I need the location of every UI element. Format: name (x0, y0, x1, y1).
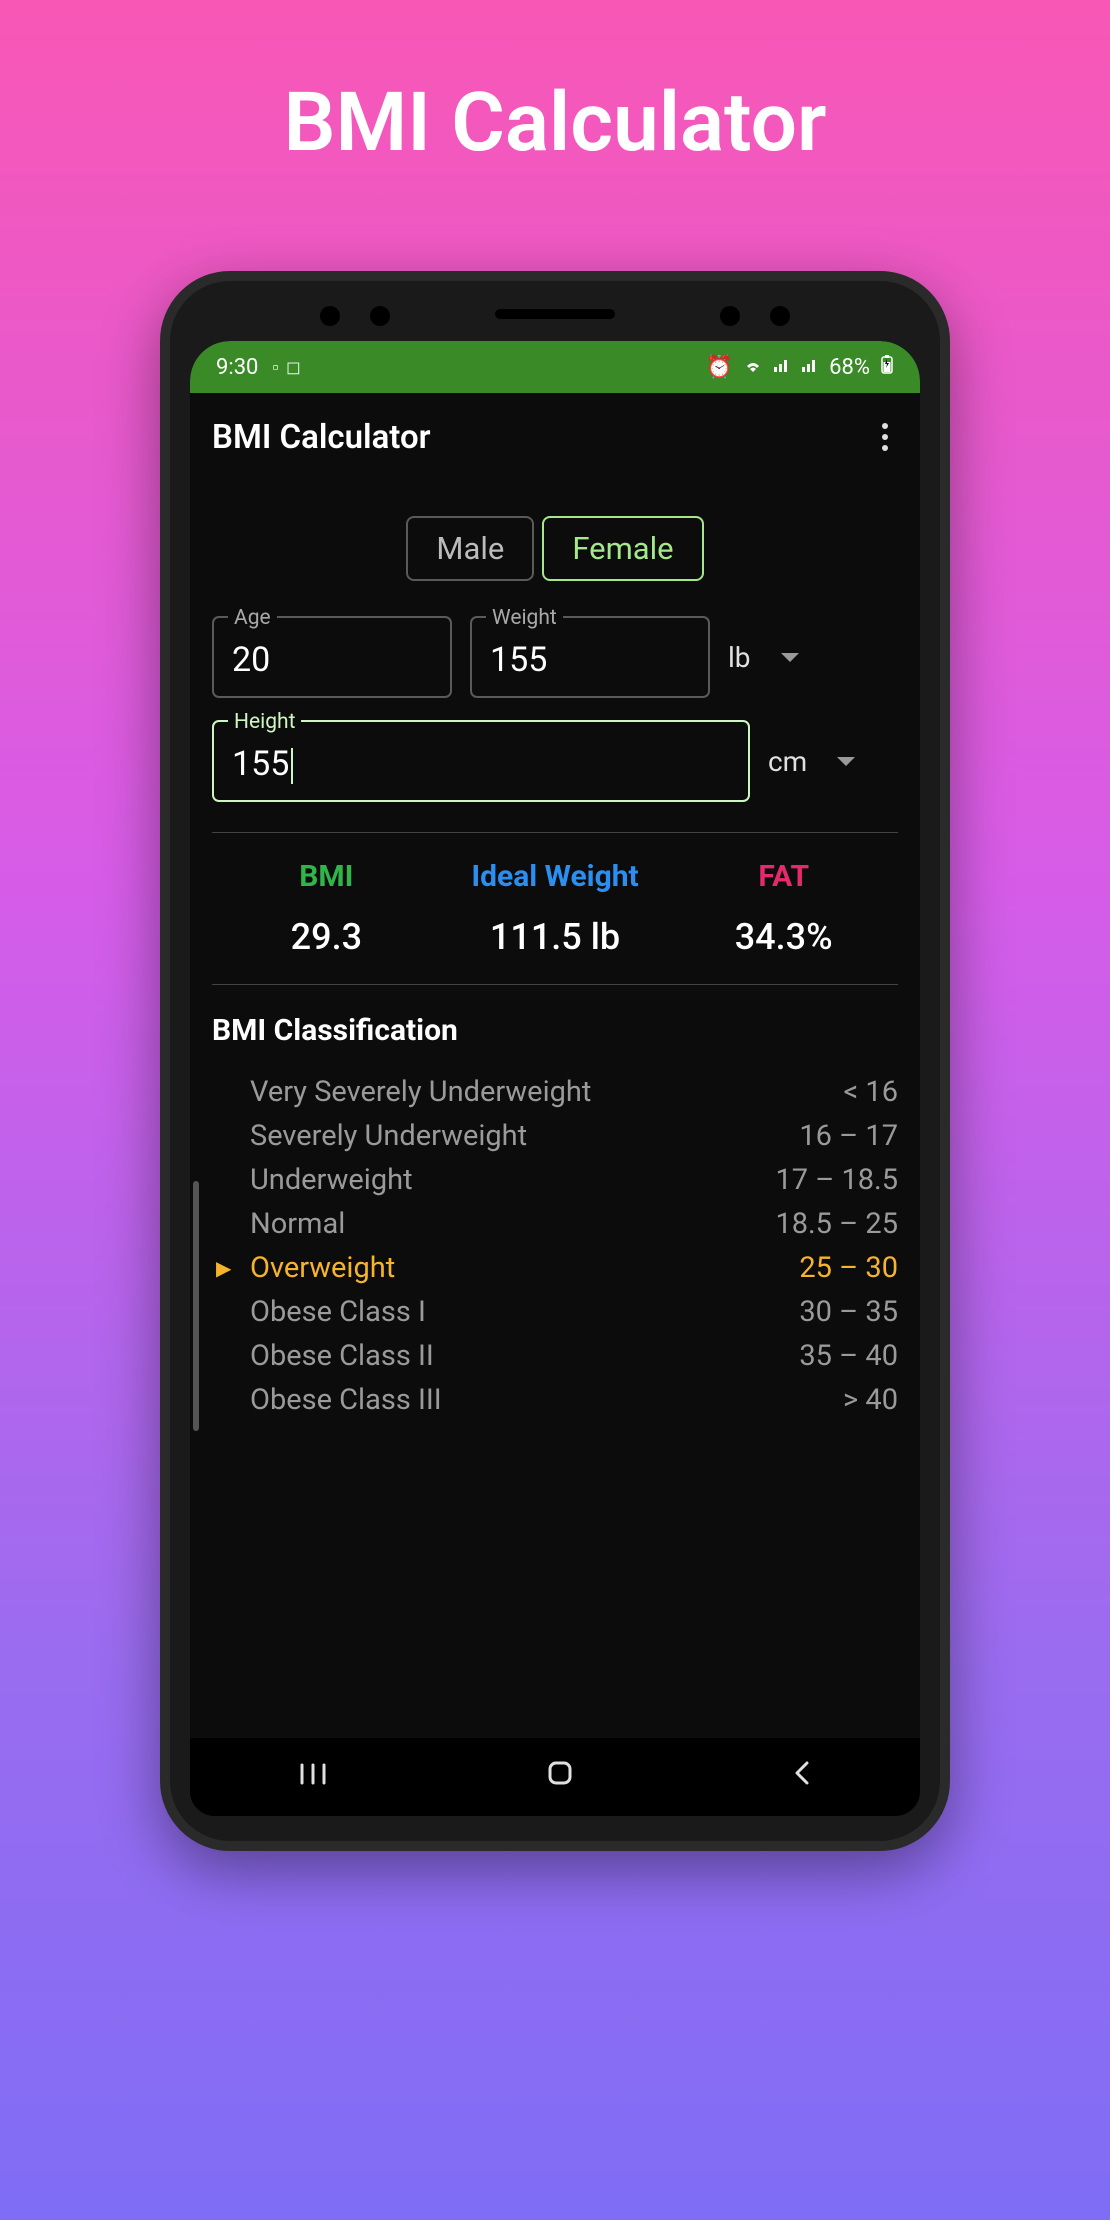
weight-unit-select[interactable]: lb (728, 641, 858, 674)
classification-row: Obese Class III > 40 (250, 1378, 898, 1422)
phone-frame: 9:30 ▫ ◻ ⏰ 68% (160, 271, 950, 1851)
overflow-menu-icon[interactable] (872, 413, 898, 461)
status-time: 9:30 (216, 355, 258, 380)
bmi-value: 29.3 (212, 916, 441, 958)
classification-row: Obese Class II 35 – 40 (250, 1334, 898, 1378)
chevron-down-icon (781, 653, 799, 662)
classification-row: Obese Class I 30 – 35 (250, 1290, 898, 1334)
classification-row: Severely Underweight 16 – 17 (250, 1114, 898, 1158)
gender-male-button[interactable]: Male (406, 516, 534, 581)
classification-label: Overweight (250, 1251, 395, 1285)
ideal-value: 111.5 lb (441, 916, 670, 958)
fat-label: FAT (669, 859, 898, 894)
battery-pct: 68% (829, 355, 870, 380)
notif-icon: ▫ (272, 357, 278, 378)
wifi-icon (743, 355, 763, 380)
signal-icon (773, 355, 791, 380)
app-bar: BMI Calculator (190, 393, 920, 481)
home-button[interactable] (545, 1758, 575, 1796)
alarm-icon: ⏰ (706, 355, 733, 380)
classification-row: Very Severely Underweight < 16 (250, 1070, 898, 1114)
classification-range: 30 – 35 (799, 1295, 898, 1329)
divider (212, 984, 898, 985)
content-area: Male Female Age 20 Weight 155 lb (190, 481, 920, 1738)
text-cursor (291, 748, 293, 784)
classification-range: 18.5 – 25 (775, 1207, 898, 1241)
app-title: BMI Calculator (212, 418, 431, 457)
classification-label: Obese Class III (250, 1383, 442, 1417)
weight-value: 155 (490, 640, 690, 680)
classification-label: Normal (250, 1207, 345, 1241)
height-unit-select[interactable]: cm (768, 745, 898, 778)
age-label: Age (228, 606, 277, 630)
nav-bar (190, 1738, 920, 1816)
bmi-label: BMI (212, 859, 441, 894)
ideal-label: Ideal Weight (441, 859, 670, 894)
fat-value: 34.3% (669, 916, 898, 958)
classification-row: Underweight 17 – 18.5 (250, 1158, 898, 1202)
age-value: 20 (232, 640, 432, 680)
age-field[interactable]: Age 20 (212, 616, 452, 698)
classification-title: BMI Classification (212, 1013, 898, 1048)
weight-label: Weight (486, 606, 563, 630)
classification-label: Underweight (250, 1163, 413, 1197)
classification-range: < 16 (843, 1075, 898, 1109)
fat-result: FAT 34.3% (669, 859, 898, 958)
chevron-down-icon (837, 757, 855, 766)
classification-label: Very Severely Underweight (250, 1075, 591, 1109)
classification-label: Obese Class I (250, 1295, 426, 1329)
weight-unit: lb (728, 641, 751, 674)
page-title: BMI Calculator (283, 75, 826, 171)
gender-toggle: Male Female (212, 516, 898, 581)
classification-list: Very Severely Underweight < 16 Severely Un… (212, 1070, 898, 1422)
scroll-indicator[interactable] (193, 1181, 199, 1431)
classification-row: Overweight 25 – 30 (250, 1246, 898, 1290)
classification-label: Severely Underweight (250, 1119, 527, 1153)
status-bar: 9:30 ▫ ◻ ⏰ 68% (190, 341, 920, 393)
height-label: Height (228, 710, 301, 734)
sensor-cluster-left (320, 306, 390, 326)
bmi-result: BMI 29.3 (212, 859, 441, 958)
classification-range: 25 – 30 (799, 1251, 898, 1285)
results-row: BMI 29.3 Ideal Weight 111.5 lb FAT 34.3% (212, 859, 898, 958)
sensor-cluster-right (720, 306, 790, 326)
classification-range: 35 – 40 (799, 1339, 898, 1373)
height-value: 155 (232, 744, 730, 784)
screen: 9:30 ▫ ◻ ⏰ 68% (190, 341, 920, 1816)
classification-row: Normal 18.5 – 25 (250, 1202, 898, 1246)
classification-range: > 40 (843, 1383, 898, 1417)
classification-range: 16 – 17 (799, 1119, 898, 1153)
classification-label: Obese Class II (250, 1339, 434, 1373)
speaker (495, 309, 615, 319)
signal-icon-2 (801, 355, 819, 380)
battery-icon (880, 354, 894, 380)
classification-range: 17 – 18.5 (775, 1163, 898, 1197)
recent-apps-button[interactable] (298, 1760, 328, 1795)
back-button[interactable] (792, 1759, 812, 1795)
height-unit: cm (768, 745, 807, 778)
weight-field[interactable]: Weight 155 (470, 616, 710, 698)
gender-female-button[interactable]: Female (542, 516, 703, 581)
ideal-result: Ideal Weight 111.5 lb (441, 859, 670, 958)
notif-icon-2: ◻ (286, 357, 301, 378)
divider (212, 832, 898, 833)
height-field[interactable]: Height 155 (212, 720, 750, 802)
